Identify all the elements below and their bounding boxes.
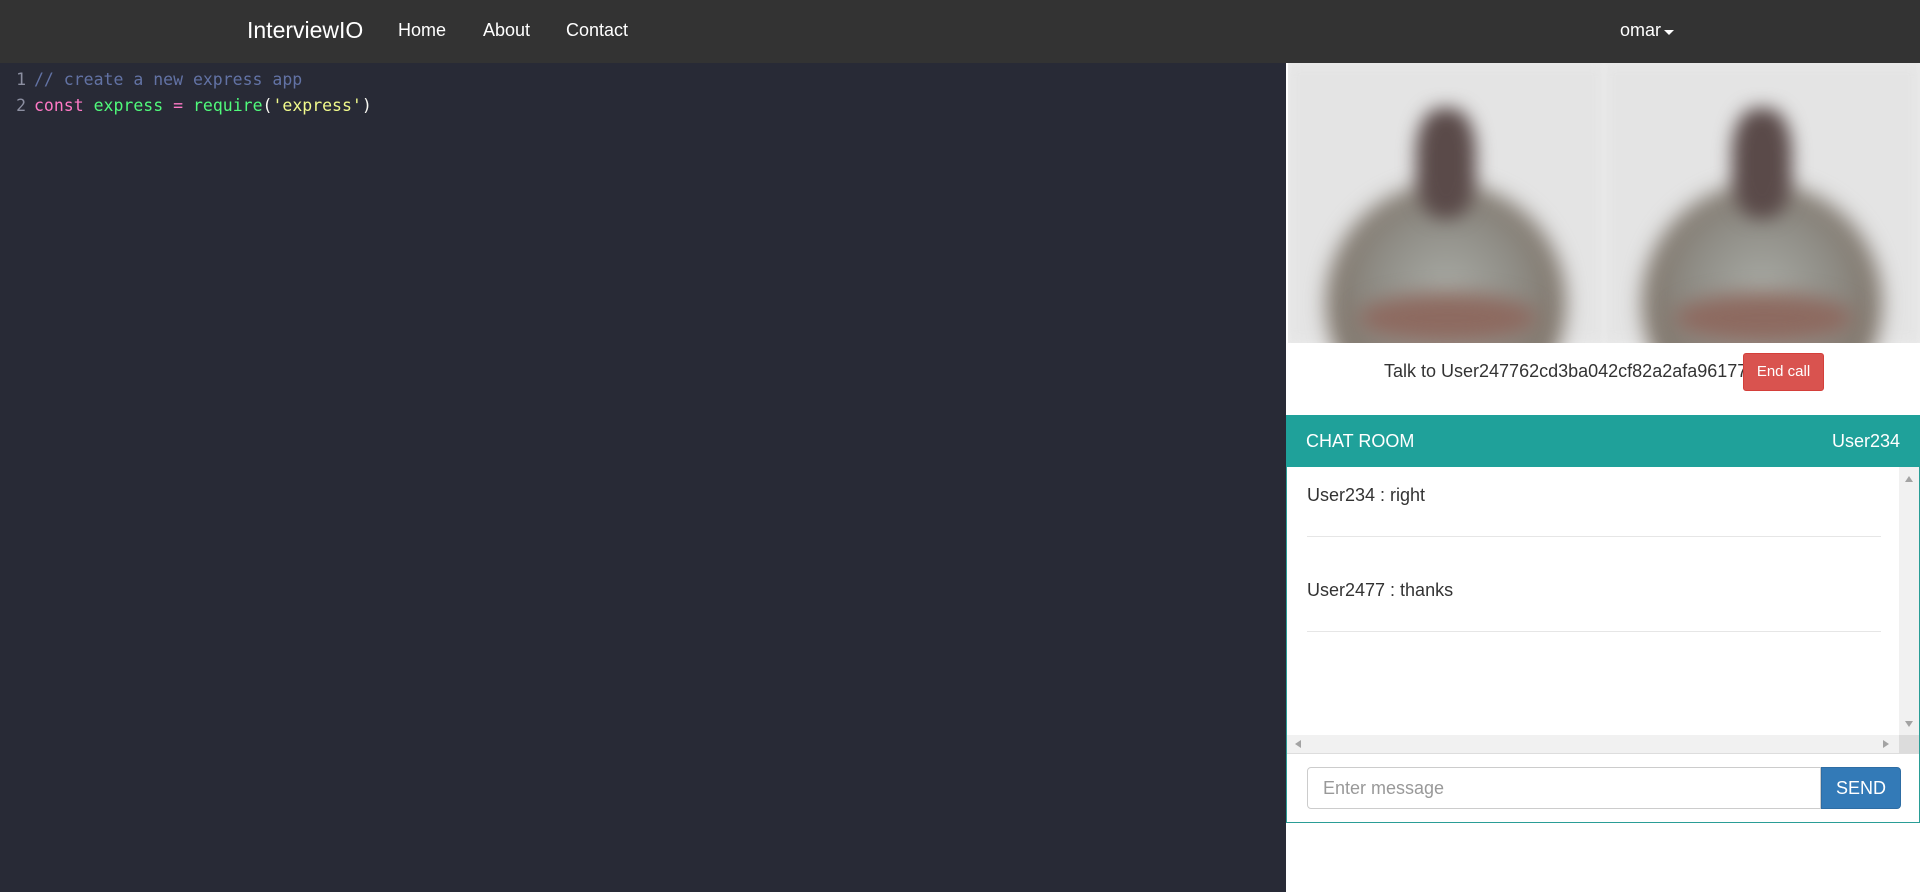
send-button[interactable]: SEND <box>1821 767 1901 809</box>
remote-video <box>1604 63 1920 343</box>
video-call-area <box>1288 63 1920 343</box>
line-number: 1 <box>16 70 26 89</box>
code-keyword: const <box>34 96 84 115</box>
code-line: 2 const express = require('express') <box>0 94 372 118</box>
code-function: require <box>192 96 263 115</box>
chat-current-user: User234 <box>1831 431 1900 451</box>
scroll-down-arrow-icon[interactable] <box>1905 721 1913 727</box>
caret-down-icon <box>1664 29 1675 35</box>
code-variable: express <box>93 96 164 115</box>
video-person-head <box>1416 108 1476 218</box>
nav-link-about[interactable]: About <box>483 20 530 41</box>
horizontal-scrollbar[interactable] <box>1287 735 1899 753</box>
chat-room-title: CHAT ROOM <box>1306 431 1415 451</box>
line-number: 2 <box>16 96 26 115</box>
scrollbar-corner <box>1899 735 1919 753</box>
code-paren-close: ) <box>361 96 372 115</box>
top-navbar: InterviewIO Home About Contact omar <box>0 0 1920 63</box>
chat-message: User2477 : thanks <box>1307 562 1881 632</box>
vertical-scrollbar[interactable] <box>1899 467 1919 735</box>
code-line: 1 // create a new express app <box>0 68 302 92</box>
chat-messages-list[interactable]: User234 : right User2477 : thanks <box>1287 467 1899 735</box>
chat-message: User234 : right <box>1307 467 1881 537</box>
local-video <box>1288 63 1604 343</box>
code-editor[interactable]: 1 // create a new express app 2 const expr… <box>0 63 1286 892</box>
code-operator: = <box>173 96 184 115</box>
chat-box: User234 : right User2477 : thanks SEND <box>1286 467 1920 823</box>
message-input[interactable] <box>1307 767 1821 809</box>
end-call-button[interactable]: End call <box>1743 353 1824 391</box>
right-panel: Talk to User247762cd3ba042cf82a2afa96177… <box>1286 63 1920 892</box>
code-paren-open: ( <box>262 96 273 115</box>
nav-link-home[interactable]: Home <box>398 20 446 41</box>
chat-input-row: SEND <box>1287 753 1919 821</box>
video-person-head <box>1732 108 1792 218</box>
call-bar: Talk to User247762cd3ba042cf82a2afa96177… <box>1286 343 1920 401</box>
video-person-arms <box>1674 293 1854 343</box>
nav-link-contact[interactable]: Contact <box>566 20 628 41</box>
scroll-up-arrow-icon[interactable] <box>1905 476 1913 482</box>
scroll-left-arrow-icon[interactable] <box>1295 740 1301 748</box>
scroll-right-arrow-icon[interactable] <box>1883 740 1889 748</box>
chat-header: CHAT ROOM User234 <box>1286 415 1920 467</box>
code-comment: // create a new express app <box>34 70 303 89</box>
talk-to-label: Talk to User247762cd3ba042cf82a2afa96177 <box>1384 361 1748 381</box>
brand-logo[interactable]: InterviewIO <box>247 17 363 44</box>
code-string: 'express' <box>272 96 362 115</box>
user-menu-dropdown[interactable]: omar <box>1620 20 1675 41</box>
video-person-arms <box>1358 293 1538 343</box>
user-menu-label: omar <box>1620 20 1662 40</box>
